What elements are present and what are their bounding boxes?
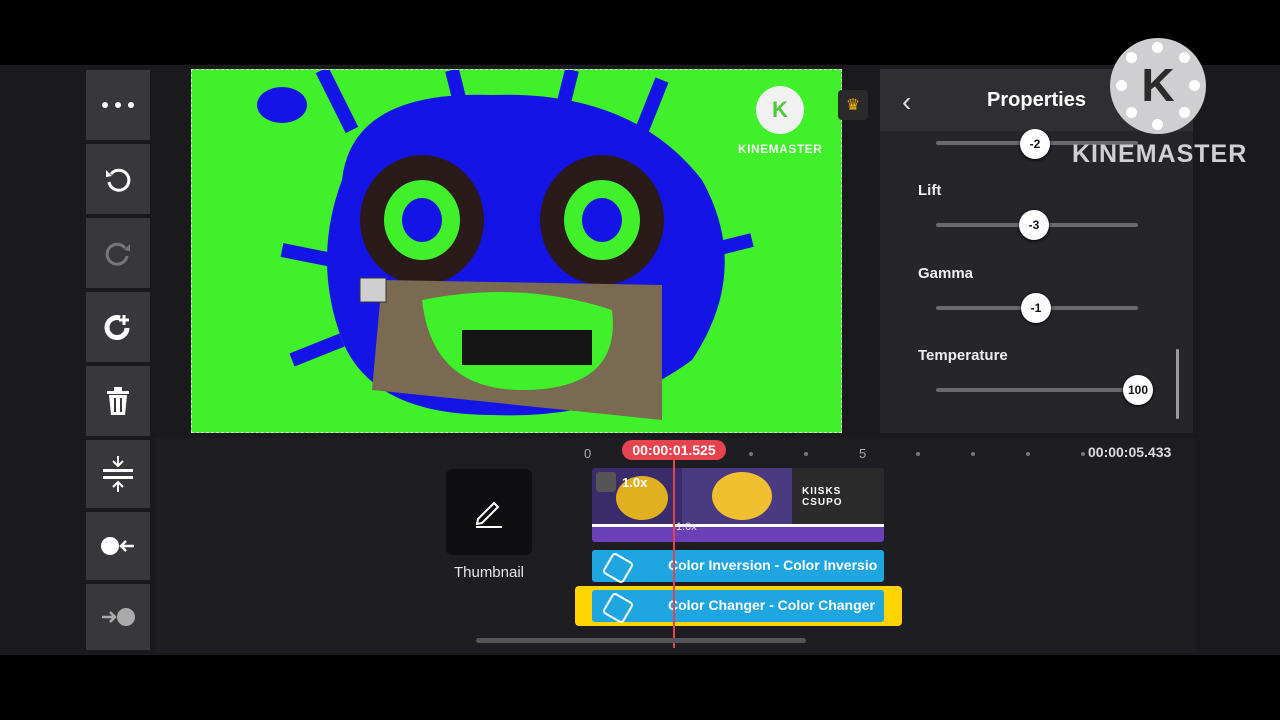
kinemaster-logo-icon: K [756, 86, 804, 134]
partial-slider-knob[interactable]: -2 [1020, 129, 1050, 159]
fx-layer-label: Color Inversion - Color Inversio [668, 557, 878, 573]
gamma-slider-knob[interactable]: -1 [1021, 293, 1051, 323]
watermark-text: KINEMASTER [738, 142, 823, 156]
panel-scrollbar[interactable] [1176, 349, 1179, 419]
ruler-label: 5 [859, 446, 867, 461]
trim-right-icon [102, 608, 135, 626]
thumbnail-label: Thumbnail [453, 564, 525, 581]
clip-caption: KIISKS CSUPO [802, 486, 843, 508]
undo-button[interactable] [86, 144, 150, 214]
current-time-badge: 00:00:01.525 [622, 440, 726, 460]
redo-icon [105, 242, 130, 266]
watermark-letter: K [772, 97, 788, 122]
gamma-label: Gamma [918, 265, 974, 282]
more-icon [102, 102, 134, 108]
redo-button[interactable] [86, 218, 150, 288]
pencil-icon [475, 501, 502, 528]
lift-label: Lift [918, 182, 942, 199]
lift-slider-knob[interactable]: -3 [1019, 210, 1049, 240]
split-button[interactable] [86, 440, 150, 508]
fx-layer-color-changer[interactable]: Color Changer - Color Changer [592, 590, 884, 625]
rotate-add-button[interactable] [86, 292, 150, 362]
playhead[interactable] [673, 458, 675, 648]
brand-letter: K [1141, 59, 1175, 111]
delete-button[interactable] [86, 366, 150, 436]
preview-watermark: K KINEMASTER [738, 86, 822, 156]
thumbnail-button[interactable] [446, 469, 532, 555]
more-button[interactable] [86, 70, 150, 140]
fx-layer-color-inversion[interactable]: Color Inversion - Color Inversio [592, 550, 884, 585]
fx-layer-label: Color Changer - Color Changer [668, 597, 875, 613]
video-clip[interactable]: 1.0x 1.0x KIISKS CSUPO [592, 468, 884, 542]
rotate-add-icon [104, 315, 130, 341]
brand-text: KINEMASTER [1072, 140, 1248, 168]
fx-icon [601, 591, 635, 625]
clip-speed-label: 1.0x [622, 475, 648, 490]
kinemaster-brand-watermark: K KINEMASTER [1072, 38, 1248, 169]
total-duration: 00:00:05.433 [1088, 444, 1172, 460]
timeline-scrollbar[interactable] [476, 638, 806, 643]
kinemaster-logo-icon: K [1110, 38, 1206, 134]
temperature-slider-track[interactable] [936, 388, 1138, 392]
temperature-label: Temperature [918, 347, 1008, 364]
clip-speed-label-secondary: 1.0x [676, 521, 697, 533]
split-icon [103, 456, 133, 492]
temperature-slider-knob[interactable]: 100 [1123, 375, 1153, 405]
crown-icon[interactable]: ♛ [838, 90, 868, 120]
trim-right-button[interactable] [86, 584, 150, 650]
delete-icon [107, 387, 129, 415]
fx-icon [601, 551, 635, 585]
ruler-label: 0 [584, 446, 592, 461]
trim-left-icon [101, 537, 134, 555]
trim-left-button[interactable] [86, 512, 150, 580]
undo-icon [106, 168, 131, 192]
